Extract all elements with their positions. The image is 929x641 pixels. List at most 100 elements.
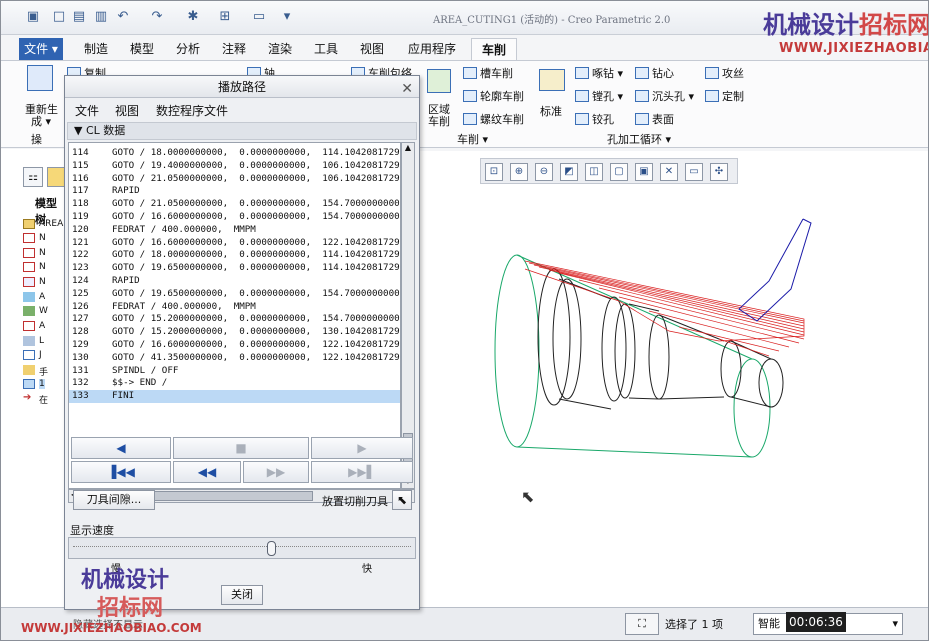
tab-annotate[interactable]: 注释 xyxy=(215,38,253,60)
cl-data-line[interactable]: 124 RAPID xyxy=(69,275,400,288)
tree-item[interactable]: A xyxy=(39,292,45,302)
tree-item[interactable]: A xyxy=(39,321,45,331)
standard-hole-button[interactable]: 标准 xyxy=(540,103,562,119)
new-icon[interactable]: □ xyxy=(51,9,67,25)
cl-data-line[interactable]: 131 SPINDL / OFF xyxy=(69,365,400,378)
menu-view[interactable]: 视图 xyxy=(115,102,139,119)
step-forward-button[interactable]: ▶▶ xyxy=(243,461,309,483)
cl-data-section-header[interactable]: ▼ CL 数据 xyxy=(67,122,417,140)
tree-item[interactable]: N xyxy=(39,233,46,243)
tree-item-insert-here[interactable]: 在 xyxy=(39,393,48,406)
tree-item-selected[interactable]: 1 xyxy=(39,379,45,389)
forward-to-end-button[interactable]: ▶▶▌ xyxy=(311,461,413,483)
drill-button[interactable]: 钻心 xyxy=(635,65,674,81)
tab-applications[interactable]: 应用程序 xyxy=(399,38,465,60)
repaint-icon[interactable]: ◩ xyxy=(560,163,578,181)
close-icon[interactable]: ✕ xyxy=(401,78,413,100)
standard-hole-icon[interactable] xyxy=(539,69,565,91)
regenerate-button-line2[interactable]: 成 ▾ xyxy=(31,113,51,129)
tab-view[interactable]: 视图 xyxy=(353,38,391,60)
tree-item[interactable]: W xyxy=(39,306,48,316)
saved-views-icon[interactable]: ▢ xyxy=(610,163,628,181)
spin-center-icon[interactable]: ✣ xyxy=(710,163,728,181)
redo-icon[interactable]: ↷ xyxy=(149,9,165,25)
close-window-icon[interactable]: ▭ xyxy=(251,9,267,25)
rewind-to-start-button[interactable]: ▐◀◀ xyxy=(71,461,171,483)
tab-model[interactable]: 模型 xyxy=(123,38,161,60)
tap-button[interactable]: 攻丝 xyxy=(705,65,744,81)
groove-turning-button[interactable]: 槽车削 xyxy=(463,65,513,81)
surface-button[interactable]: 表面 xyxy=(635,111,674,127)
scroll-up-icon[interactable]: ▲ xyxy=(402,143,414,155)
cl-data-line[interactable]: 116 GOTO / 21.0500000000, 0.0000000000, 1… xyxy=(69,173,400,186)
open-icon[interactable]: ▤ xyxy=(71,9,87,25)
speed-slider-thumb[interactable] xyxy=(267,541,276,556)
tool-clearance-button[interactable]: 刀具间隙... xyxy=(73,490,155,510)
regenerate-icon[interactable] xyxy=(27,65,53,91)
thread-turning-button[interactable]: 螺纹车削 xyxy=(463,111,524,127)
countersink-button[interactable]: 沉头孔 ▾ xyxy=(635,88,694,104)
save-icon[interactable]: ▥ xyxy=(93,9,109,25)
tab-render[interactable]: 渲染 xyxy=(261,38,299,60)
cl-data-line[interactable]: 118 GOTO / 21.0500000000, 0.0000000000, 1… xyxy=(69,198,400,211)
zoom-in-icon[interactable]: ⊕ xyxy=(510,163,528,181)
bore-button[interactable]: 镗孔 ▾ xyxy=(575,88,623,104)
cl-data-line[interactable]: 123 GOTO / 19.6500000000, 0.0000000000, 1… xyxy=(69,262,400,275)
cl-data-line[interactable]: 114 GOTO / 18.0000000000, 0.0000000000, 1… xyxy=(69,147,400,160)
tree-item[interactable]: N xyxy=(39,277,46,287)
tab-analysis[interactable]: 分析 xyxy=(169,38,207,60)
menu-nc-file[interactable]: 数控程序文件 xyxy=(156,102,228,119)
stop-button[interactable]: ■ xyxy=(173,437,309,459)
cl-data-line[interactable]: 126 FEDRAT / 400.000000, MMPM xyxy=(69,301,400,314)
play-backward-button[interactable]: ◀ xyxy=(71,437,171,459)
customize-icon[interactable]: ▾ xyxy=(279,9,295,25)
window-icon[interactable]: ⊞ xyxy=(217,9,233,25)
cl-data-line[interactable]: 127 GOTO / 15.2000000000, 0.0000000000, 1… xyxy=(69,313,400,326)
undo-icon[interactable]: ↶ xyxy=(115,9,131,25)
play-forward-button[interactable]: ▶ xyxy=(311,437,413,459)
speed-slider-track[interactable] xyxy=(68,537,416,559)
display-style-icon[interactable]: ◫ xyxy=(585,163,603,181)
cl-data-line[interactable]: 125 GOTO / 19.6500000000, 0.0000000000, 1… xyxy=(69,288,400,301)
cl-data-line[interactable]: 128 GOTO / 15.2000000000, 0.0000000000, 1… xyxy=(69,326,400,339)
group-turning-label[interactable]: 车削 ▾ xyxy=(457,131,488,147)
ream-button[interactable]: 铰孔 xyxy=(575,111,614,127)
graphics-window[interactable]: ⬉ xyxy=(419,151,928,607)
tab-turning[interactable]: 车削 xyxy=(471,38,517,60)
cl-data-line[interactable]: 119 GOTO / 16.6000000000, 0.0000000000, 1… xyxy=(69,211,400,224)
tree-item[interactable]: J xyxy=(39,350,42,360)
menu-file[interactable]: 文件 xyxy=(75,102,99,119)
tab-file[interactable]: 文件 ▾ xyxy=(19,38,63,60)
tree-item[interactable]: N xyxy=(39,248,46,258)
cl-data-line[interactable]: 115 GOTO / 19.4000000000, 0.0000000000, 1… xyxy=(69,160,400,173)
group-hole-cycles-label[interactable]: 孔加工循环 ▾ xyxy=(607,131,671,147)
area-turning-button-line2[interactable]: 车削 xyxy=(428,113,450,129)
annotation-display-icon[interactable]: ▭ xyxy=(685,163,703,181)
cl-data-line[interactable]: 129 GOTO / 16.6000000000, 0.0000000000, 1… xyxy=(69,339,400,352)
cl-data-line[interactable]: 132 $$-> END / xyxy=(69,377,400,390)
datum-display-icon[interactable]: ✕ xyxy=(660,163,678,181)
spot-drill-button[interactable]: 啄钻 ▾ xyxy=(575,65,623,81)
profile-turning-button[interactable]: 轮廓车削 xyxy=(463,88,524,104)
tree-item[interactable]: N xyxy=(39,262,46,272)
place-tool-cursor-button[interactable]: ⬉ xyxy=(392,490,412,510)
folder-tab-icon[interactable] xyxy=(47,167,65,187)
tree-item[interactable]: 手 xyxy=(39,365,48,378)
cl-data-line[interactable]: 122 GOTO / 18.0000000000, 0.0000000000, 1… xyxy=(69,249,400,262)
tab-tools[interactable]: 工具 xyxy=(307,38,345,60)
group-operations-label[interactable]: 操 xyxy=(31,131,42,147)
zoom-out-icon[interactable]: ⊖ xyxy=(535,163,553,181)
cl-data-line[interactable]: 117 RAPID xyxy=(69,185,400,198)
model-tree-tab-icon[interactable]: ⚏ xyxy=(23,167,43,187)
cl-data-line[interactable]: 133 FINI xyxy=(69,390,400,403)
step-backward-button[interactable]: ◀◀ xyxy=(173,461,241,483)
cl-data-line[interactable]: 130 GOTO / 41.3500000000, 0.0000000000, 1… xyxy=(69,352,400,365)
area-turning-icon[interactable] xyxy=(427,69,451,93)
tab-manufacturing[interactable]: 制造 xyxy=(77,38,115,60)
refit-icon[interactable]: ⊡ xyxy=(485,163,503,181)
view-manager-icon[interactable]: ▣ xyxy=(635,163,653,181)
regenerate-icon[interactable]: ✱ xyxy=(185,9,201,25)
close-button[interactable]: 关闭 xyxy=(221,585,263,605)
cl-data-line[interactable]: 121 GOTO / 16.6000000000, 0.0000000000, 1… xyxy=(69,237,400,250)
tree-item[interactable]: L xyxy=(39,336,44,346)
